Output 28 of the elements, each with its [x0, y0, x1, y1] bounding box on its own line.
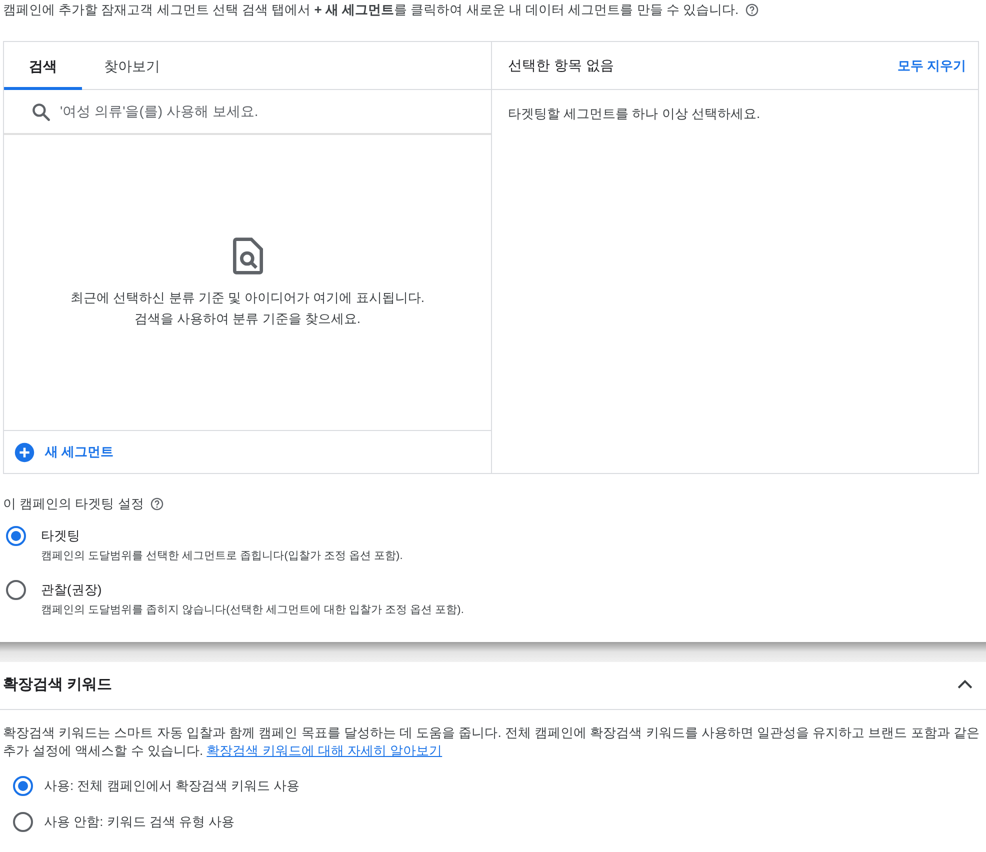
option-label: 관찰(권장) [41, 580, 103, 599]
search-field[interactable]: '여성 의류'을(를) 사용해 보세요. [60, 101, 491, 122]
empty-message: 최근에 선택하신 분류 기준 및 아이디어가 여기에 표시됩니다. [70, 289, 424, 307]
option-description: 캠페인의 도달범위를 좁히지 않습니다(선택한 세그먼트에 대한 입찰가 조정 옵션 포함). [41, 602, 464, 618]
tab[interactable]: 찾아보기 [82, 42, 182, 90]
search-icon [30, 100, 52, 122]
radio-button[interactable] [6, 580, 26, 600]
section-description: 확장검색 키워드는 스마트 자동 입찰과 함께 캠페인 목표를 달성하는 데 도움을 줍니다. 전체 캠페인에 확장검색 키워드를 사용하면 일관성을 유지하고 브랜드 포함과 같은 추가 설정에 액세스할 수 있습니다. 확장검색 키워드에 대해 자세히 알아보기 [2, 724, 980, 760]
help-icon[interactable] [150, 496, 164, 511]
empty-message: 검색을 사용하여 분류 기준을 찾으세요. [133, 310, 362, 328]
option-label: 사용: 전체 캠페인에서 확장검색 키워드 사용 [44, 776, 300, 795]
intro-text: 캠페인에 추가할 잠재고객 세그먼트 선택 검색 탭에서 + 새 세그먼트를 클릭하여 새로운 내 데이터 세그먼트를 만들 수 있습니다. [3, 0, 739, 19]
radio-button[interactable] [13, 812, 33, 832]
radio-button[interactable] [13, 776, 33, 796]
learn-more-link[interactable]: 확장검색 키워드에 대해 자세히 알아보기 [206, 742, 442, 758]
option-description: 캠페인의 도달범위를 선택한 세그먼트로 좁힙니다(입찰가 조정 옵션 포함). [41, 548, 403, 564]
option-label: 사용 안함: 키워드 검색 유형 사용 [44, 812, 235, 831]
new-segment-button[interactable]: 새 세그먼트 [14, 442, 114, 462]
clear-all-button[interactable]: 모두 지우기 [897, 56, 966, 76]
radio-button[interactable] [6, 526, 26, 546]
section-title: 확장검색 키워드 [3, 674, 112, 695]
selected-hint: 타겟팅할 세그먼트를 하나 이상 선택하세요. [507, 105, 762, 123]
tab[interactable]: 검색 [4, 42, 82, 90]
plus-icon [14, 442, 35, 462]
help-icon[interactable] [744, 2, 759, 16]
section-label: 이 캠페인의 타겟팅 설정 [3, 495, 144, 513]
option-label: 타겟팅 [41, 526, 81, 544]
selected-title: 선택한 항목 없음 [508, 56, 614, 75]
